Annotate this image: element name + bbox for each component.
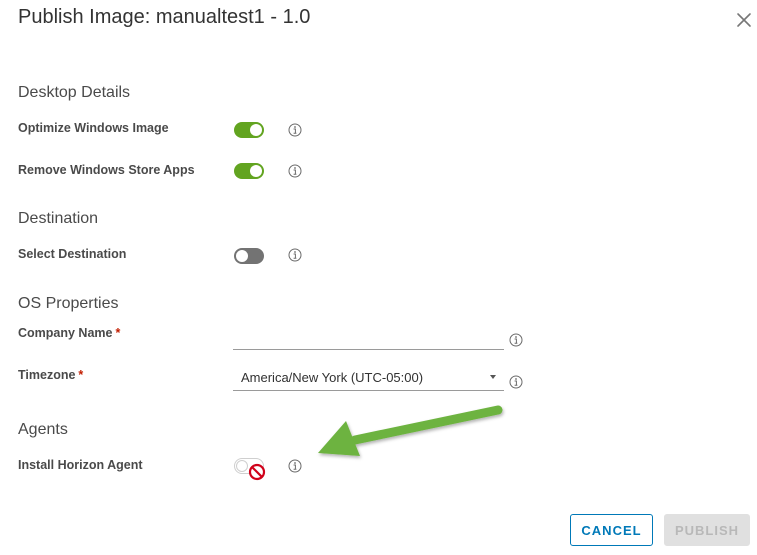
timezone-underline (233, 390, 504, 391)
arrow-annotation (318, 405, 503, 456)
remove-windows-store-apps-toggle[interactable] (234, 163, 264, 179)
info-icon[interactable] (509, 375, 523, 389)
timezone-label-text: Timezone (18, 368, 76, 382)
info-icon[interactable] (288, 248, 302, 262)
select-destination-label: Select Destination (18, 247, 127, 261)
info-icon[interactable] (288, 459, 302, 473)
toggle-knob (236, 460, 248, 472)
info-icon[interactable] (288, 164, 302, 178)
section-destination: Destination (18, 210, 99, 227)
info-icon[interactable] (288, 123, 302, 137)
publish-button[interactable]: PUBLISH (664, 514, 750, 546)
section-agents: Agents (18, 421, 68, 438)
section-desktop-details: Desktop Details (18, 84, 131, 101)
cancel-button[interactable]: CANCEL (570, 514, 653, 546)
toggle-knob (250, 124, 262, 136)
toggle-knob (250, 165, 262, 177)
toggle-knob (236, 250, 248, 262)
timezone-label: Timezone * (18, 368, 83, 382)
required-marker: * (115, 326, 121, 340)
remove-windows-store-apps-label: Remove Windows Store Apps (18, 163, 195, 177)
optimize-windows-image-toggle[interactable] (234, 122, 264, 138)
chevron-down-icon[interactable] (490, 375, 496, 379)
dialog-title: Publish Image: manualtest1 - 1.0 (18, 6, 311, 28)
info-icon[interactable] (509, 333, 523, 347)
company-name-label: Company Name * (18, 326, 120, 340)
timezone-select[interactable]: America/New York (UTC-05:00) (241, 370, 423, 385)
company-name-underline (233, 349, 504, 350)
section-os-properties: OS Properties (18, 295, 119, 312)
optimize-windows-image-label: Optimize Windows Image (18, 121, 169, 135)
company-name-label-text: Company Name (18, 326, 113, 340)
close-icon[interactable] (735, 11, 753, 29)
required-marker: * (78, 368, 84, 382)
not-allowed-icon (248, 463, 266, 481)
select-destination-toggle[interactable] (234, 248, 264, 264)
install-horizon-agent-label: Install Horizon Agent (18, 458, 143, 472)
company-name-input[interactable] (233, 318, 508, 344)
